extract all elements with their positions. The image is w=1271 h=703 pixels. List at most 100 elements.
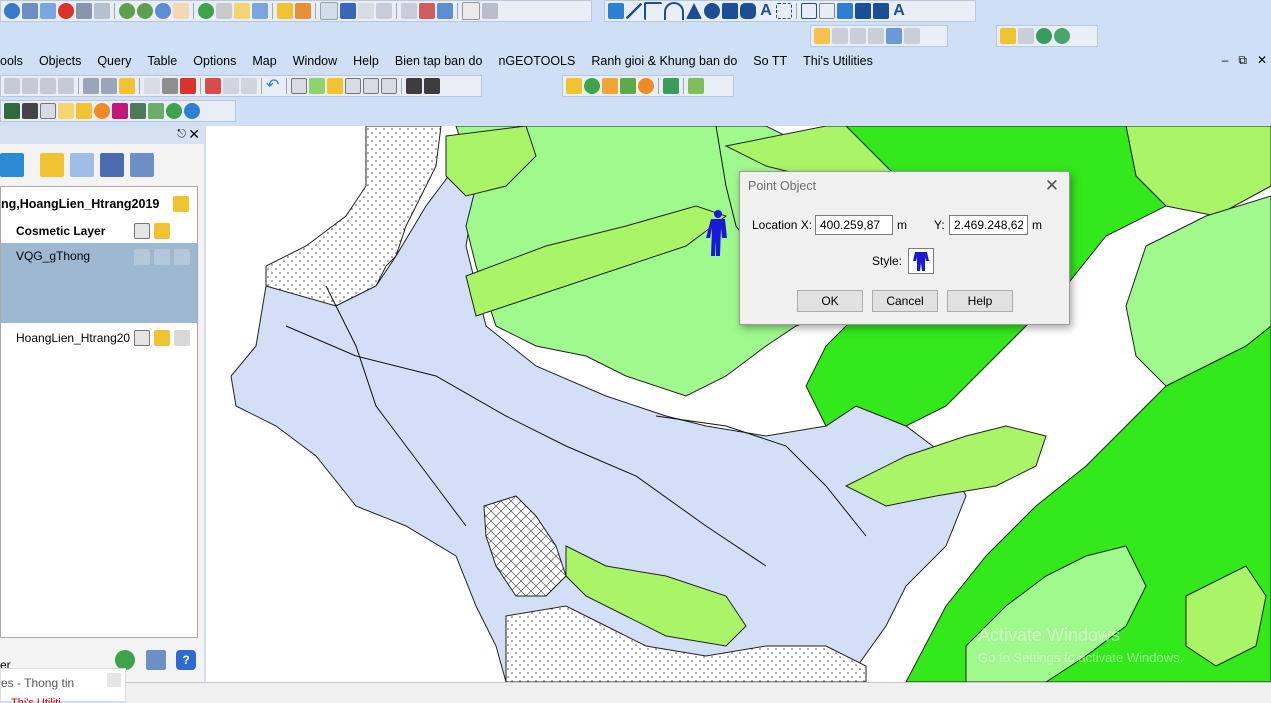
location-x-input[interactable]	[815, 215, 893, 235]
new-mapper-icon[interactable]	[144, 78, 160, 94]
menu-map[interactable]: Map	[244, 54, 284, 68]
cancel-button[interactable]: Cancel	[872, 290, 938, 312]
radius-select-icon[interactable]	[419, 3, 435, 19]
line-style-icon[interactable]	[855, 3, 871, 19]
pin-icon[interactable]: ⎋	[177, 128, 186, 141]
shield-icon[interactable]	[638, 78, 654, 94]
grid-select-icon[interactable]	[94, 3, 110, 19]
world-grid-icon[interactable]	[166, 103, 182, 119]
export-pdf-icon[interactable]	[180, 78, 196, 94]
layer-row-vqg-gthong[interactable]: VQG_gThong	[1, 243, 197, 323]
symbol-icon[interactable]	[608, 3, 624, 19]
move-down-icon[interactable]	[0, 153, 24, 177]
copy-icon[interactable]	[223, 78, 239, 94]
save-workspace-icon[interactable]	[101, 78, 117, 94]
map-window-header[interactable]: ng,HoangLien_Htrang2019 I	[1, 193, 197, 215]
arc-icon[interactable]	[664, 2, 684, 20]
dialog-close-icon[interactable]: ✕	[1045, 176, 1059, 196]
cut-icon[interactable]	[205, 78, 221, 94]
fill-bucket-icon[interactable]	[130, 103, 146, 119]
editable-icon[interactable]	[134, 223, 150, 239]
symbol-style-icon[interactable]	[837, 3, 853, 19]
zoom-change-icon[interactable]	[155, 3, 171, 19]
style-swatch-button[interactable]	[908, 248, 934, 274]
undo-icon[interactable]: ↶	[266, 78, 282, 94]
menu-help[interactable]: Help	[345, 54, 387, 68]
pan-hand-icon[interactable]	[173, 3, 189, 19]
badge-icon[interactable]	[94, 103, 110, 119]
map-window-icon[interactable]	[309, 78, 325, 94]
editable-icon[interactable]	[134, 249, 150, 265]
window-icon[interactable]	[376, 3, 392, 19]
open-folder-icon[interactable]	[1000, 28, 1016, 44]
selectable-icon[interactable]	[154, 249, 170, 265]
menu-window[interactable]: Window	[285, 54, 345, 68]
polyline-icon[interactable]	[644, 2, 662, 20]
map-properties-icon[interactable]	[173, 196, 189, 212]
selectable-icon[interactable]	[154, 223, 170, 239]
save-icon[interactable]	[83, 78, 99, 94]
map-edit-icon[interactable]	[602, 78, 618, 94]
region-style-icon[interactable]	[873, 3, 889, 19]
ellipse-icon[interactable]	[704, 3, 720, 19]
bottom-tab-close-icon[interactable]	[107, 673, 121, 687]
help-icon[interactable]: ?	[176, 650, 196, 670]
label-tag-icon[interactable]	[174, 249, 190, 265]
camera-alt-icon[interactable]	[424, 78, 440, 94]
upload-icon[interactable]	[22, 103, 38, 119]
folder-map-icon[interactable]	[566, 78, 582, 94]
ruler-measure-icon[interactable]	[295, 3, 311, 19]
home-icon[interactable]	[40, 3, 56, 19]
camera-icon[interactable]	[406, 78, 422, 94]
open-table-icon[interactable]	[40, 78, 56, 94]
layer-properties-icon[interactable]	[100, 153, 124, 177]
table-icon[interactable]	[358, 3, 374, 19]
trees-icon[interactable]	[620, 78, 636, 94]
add-node-icon[interactable]	[819, 3, 835, 19]
print-icon[interactable]	[162, 78, 178, 94]
text-style-icon[interactable]: A	[891, 3, 907, 19]
ruler-diagonal-icon[interactable]	[76, 103, 92, 119]
legend-icon[interactable]	[320, 2, 338, 20]
ok-button[interactable]: OK	[797, 290, 863, 312]
anchor-icon[interactable]	[4, 103, 20, 119]
boundary-select-icon[interactable]	[437, 3, 453, 19]
polygon-icon[interactable]	[686, 3, 702, 19]
tag-icon[interactable]	[58, 103, 74, 119]
close-icon[interactable]: ✕	[1257, 53, 1267, 68]
label-tag-icon[interactable]	[174, 330, 190, 346]
info-icon[interactable]	[198, 3, 214, 19]
rect-select-icon[interactable]	[401, 3, 417, 19]
select-polygon-icon[interactable]	[22, 3, 38, 19]
paste-icon[interactable]	[241, 78, 257, 94]
layers-icon[interactable]	[40, 153, 64, 177]
layer-row-hoanglien[interactable]: HoangLien_Htrang20	[1, 327, 197, 349]
select-icon[interactable]	[4, 3, 20, 19]
menu-so-tt[interactable]: So TT	[745, 54, 795, 68]
selectable-icon[interactable]	[154, 330, 170, 346]
new-icon[interactable]	[4, 78, 20, 94]
location-y-input[interactable]	[949, 215, 1028, 235]
redistricter-icon[interactable]	[482, 3, 498, 19]
document-icon[interactable]	[462, 2, 480, 20]
panel-close-icon[interactable]: ✕	[188, 126, 200, 143]
zoom-out-icon[interactable]	[137, 3, 153, 19]
tool-f-icon[interactable]	[904, 28, 920, 44]
statistics-sigma-icon[interactable]	[340, 3, 356, 19]
layer-edit-icon[interactable]	[130, 153, 154, 177]
save-icon[interactable]	[1018, 28, 1034, 44]
layer-row-cosmetic[interactable]: Cosmetic Layer	[1, 220, 197, 242]
tool-b-icon[interactable]	[832, 28, 848, 44]
rounded-rect-icon[interactable]	[740, 3, 756, 19]
globe-icon[interactable]	[1036, 28, 1052, 44]
message-icon[interactable]	[381, 78, 397, 94]
menu-ngeotools[interactable]: nGEOTOOLS	[490, 54, 583, 68]
tool-d-icon[interactable]	[868, 28, 884, 44]
search-globe-icon[interactable]	[184, 103, 200, 119]
text-icon[interactable]: A	[758, 3, 774, 19]
tool-e-icon[interactable]	[886, 28, 902, 44]
layer-control-icon[interactable]	[277, 3, 293, 19]
ruler-icon[interactable]	[216, 3, 232, 19]
open-icon[interactable]	[22, 78, 38, 94]
rectangle-icon[interactable]	[722, 3, 738, 19]
